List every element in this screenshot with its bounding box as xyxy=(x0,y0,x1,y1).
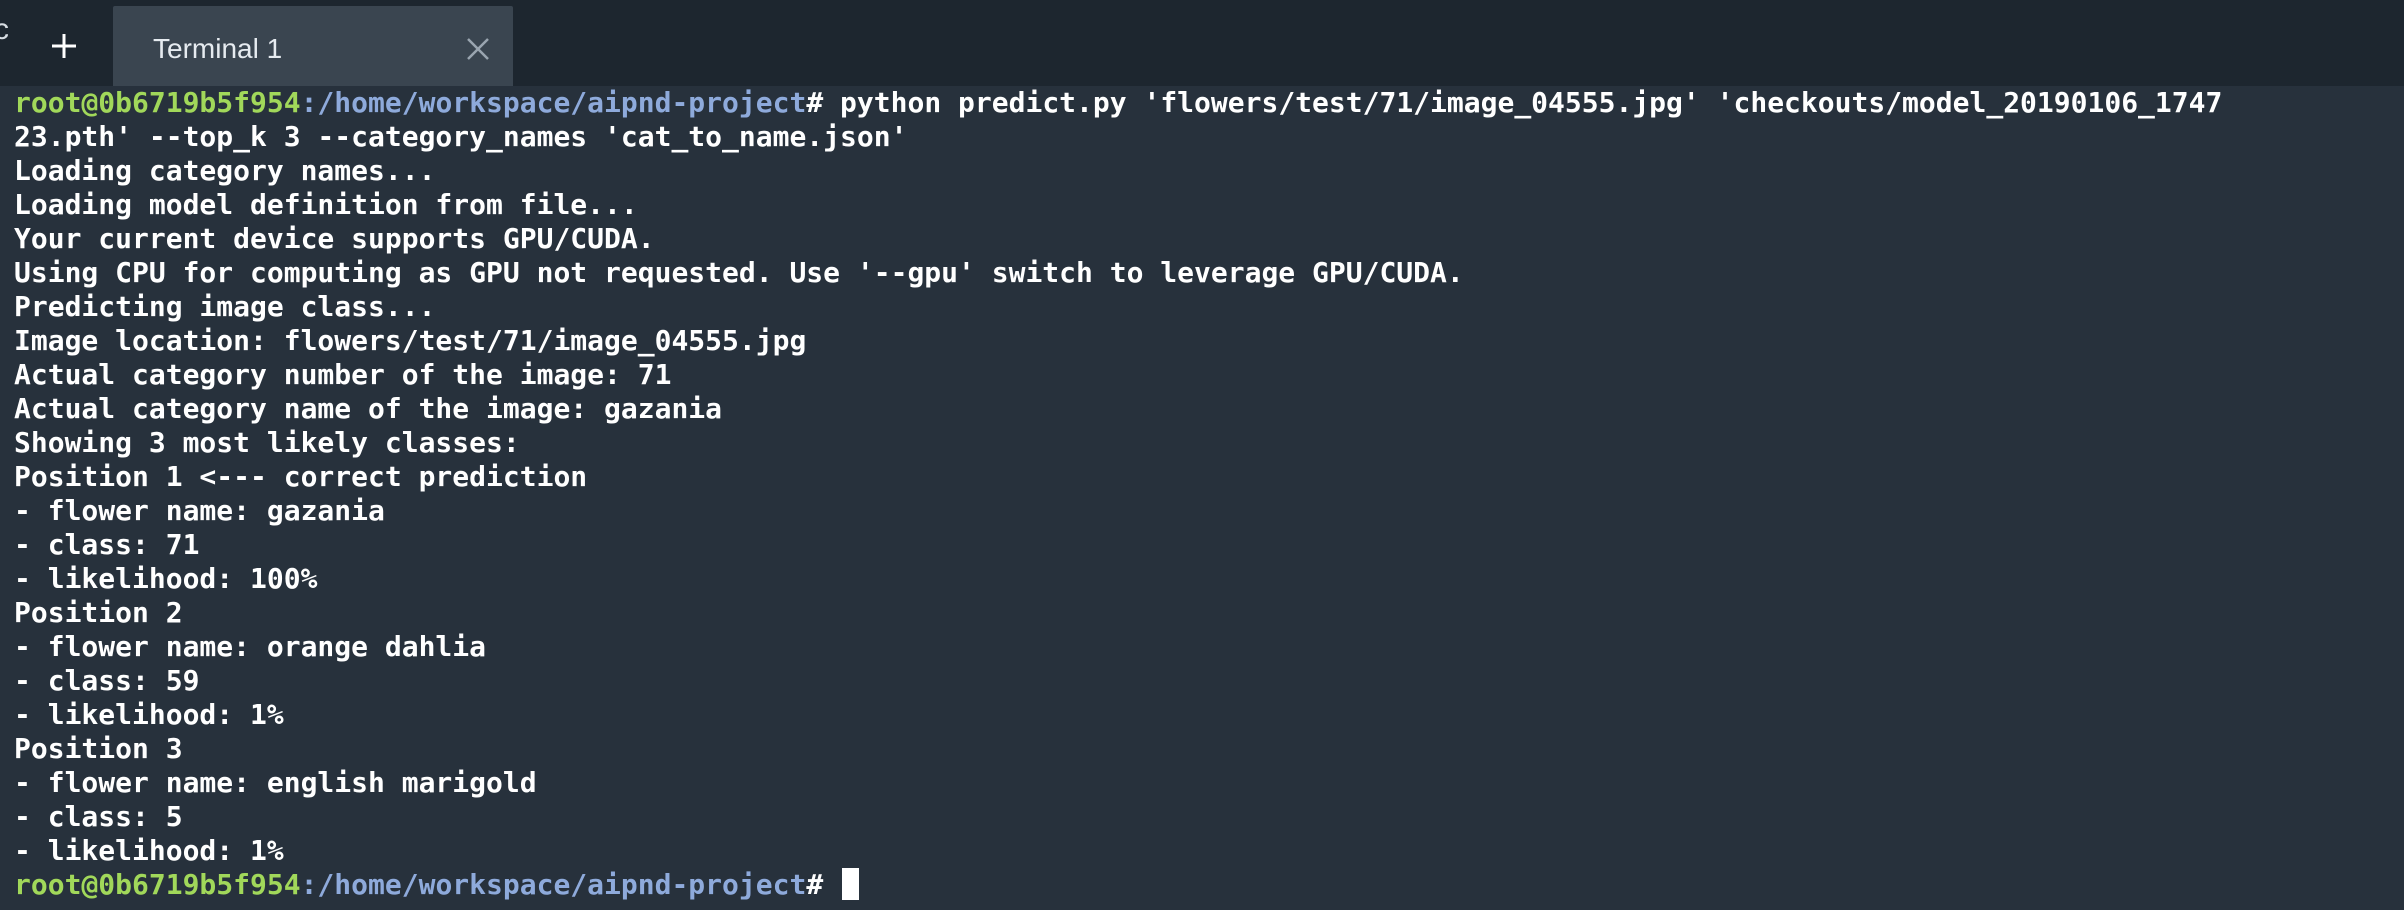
output-line: Actual category name of the image: gazan… xyxy=(14,392,723,425)
output-line: Image location: flowers/test/71/image_04… xyxy=(14,324,807,357)
command-line-continued: 23.pth' --top_k 3 --category_names 'cat_… xyxy=(14,120,908,153)
output-line: Position 1 <--- correct prediction xyxy=(14,460,588,493)
output-line: - class: 59 xyxy=(14,664,200,697)
prompt-symbol: # xyxy=(806,868,841,901)
command-text: python predict.py 'flowers/test/71/image… xyxy=(823,86,2223,119)
text-cursor xyxy=(842,868,860,900)
tab-close-button[interactable] xyxy=(463,34,493,64)
prompt-path: :/home/workspace/aipnd-project xyxy=(300,868,807,901)
close-icon xyxy=(467,38,489,60)
final-prompt-line[interactable]: root@0b6719b5f954:/home/workspace/aipnd-… xyxy=(14,868,2400,902)
tab-bar: cl Terminal 1 xyxy=(0,0,2404,86)
output-line: Showing 3 most likely classes: xyxy=(14,426,520,459)
output-line: - flower name: english marigold xyxy=(14,766,537,799)
command-line: root@0b6719b5f954:/home/workspace/aipnd-… xyxy=(14,86,2400,120)
tab-label: Terminal 1 xyxy=(153,33,283,64)
output-line: Predicting image class... xyxy=(14,290,436,323)
output-line: Using CPU for computing as GPU not reque… xyxy=(14,256,1464,289)
output-line: - class: 71 xyxy=(14,528,200,561)
output-line: - likelihood: 1% xyxy=(14,834,284,867)
prompt-path: :/home/workspace/aipnd-project xyxy=(300,86,807,119)
output-line: Loading model definition from file... xyxy=(14,188,638,221)
output-line: - likelihood: 1% xyxy=(14,698,284,731)
output-line: Position 2 xyxy=(14,596,183,629)
prompt-symbol: # xyxy=(806,86,824,119)
output-line: - likelihood: 100% xyxy=(14,562,318,595)
new-tab-button[interactable] xyxy=(36,18,92,74)
output-line: Actual category number of the image: 71 xyxy=(14,358,672,391)
terminal-output-area[interactable]: root@0b6719b5f954:/home/workspace/aipnd-… xyxy=(0,86,2404,910)
prompt-user: root@0b6719b5f954 xyxy=(14,868,301,901)
output-line: Your current device supports GPU/CUDA. xyxy=(14,222,655,255)
output-line: - flower name: orange dahlia xyxy=(14,630,487,663)
edge-label-fragment: cl xyxy=(0,14,8,46)
terminal-lines: root@0b6719b5f954:/home/workspace/aipnd-… xyxy=(14,86,2400,902)
tab-terminal-1[interactable]: Terminal 1 xyxy=(113,6,513,86)
output-line: Loading category names... xyxy=(14,154,436,187)
output-line: - flower name: gazania xyxy=(14,494,385,527)
plus-icon xyxy=(52,34,76,58)
prompt-user: root@0b6719b5f954 xyxy=(14,86,301,119)
output-line: - class: 5 xyxy=(14,800,183,833)
output-line: Position 3 xyxy=(14,732,183,765)
